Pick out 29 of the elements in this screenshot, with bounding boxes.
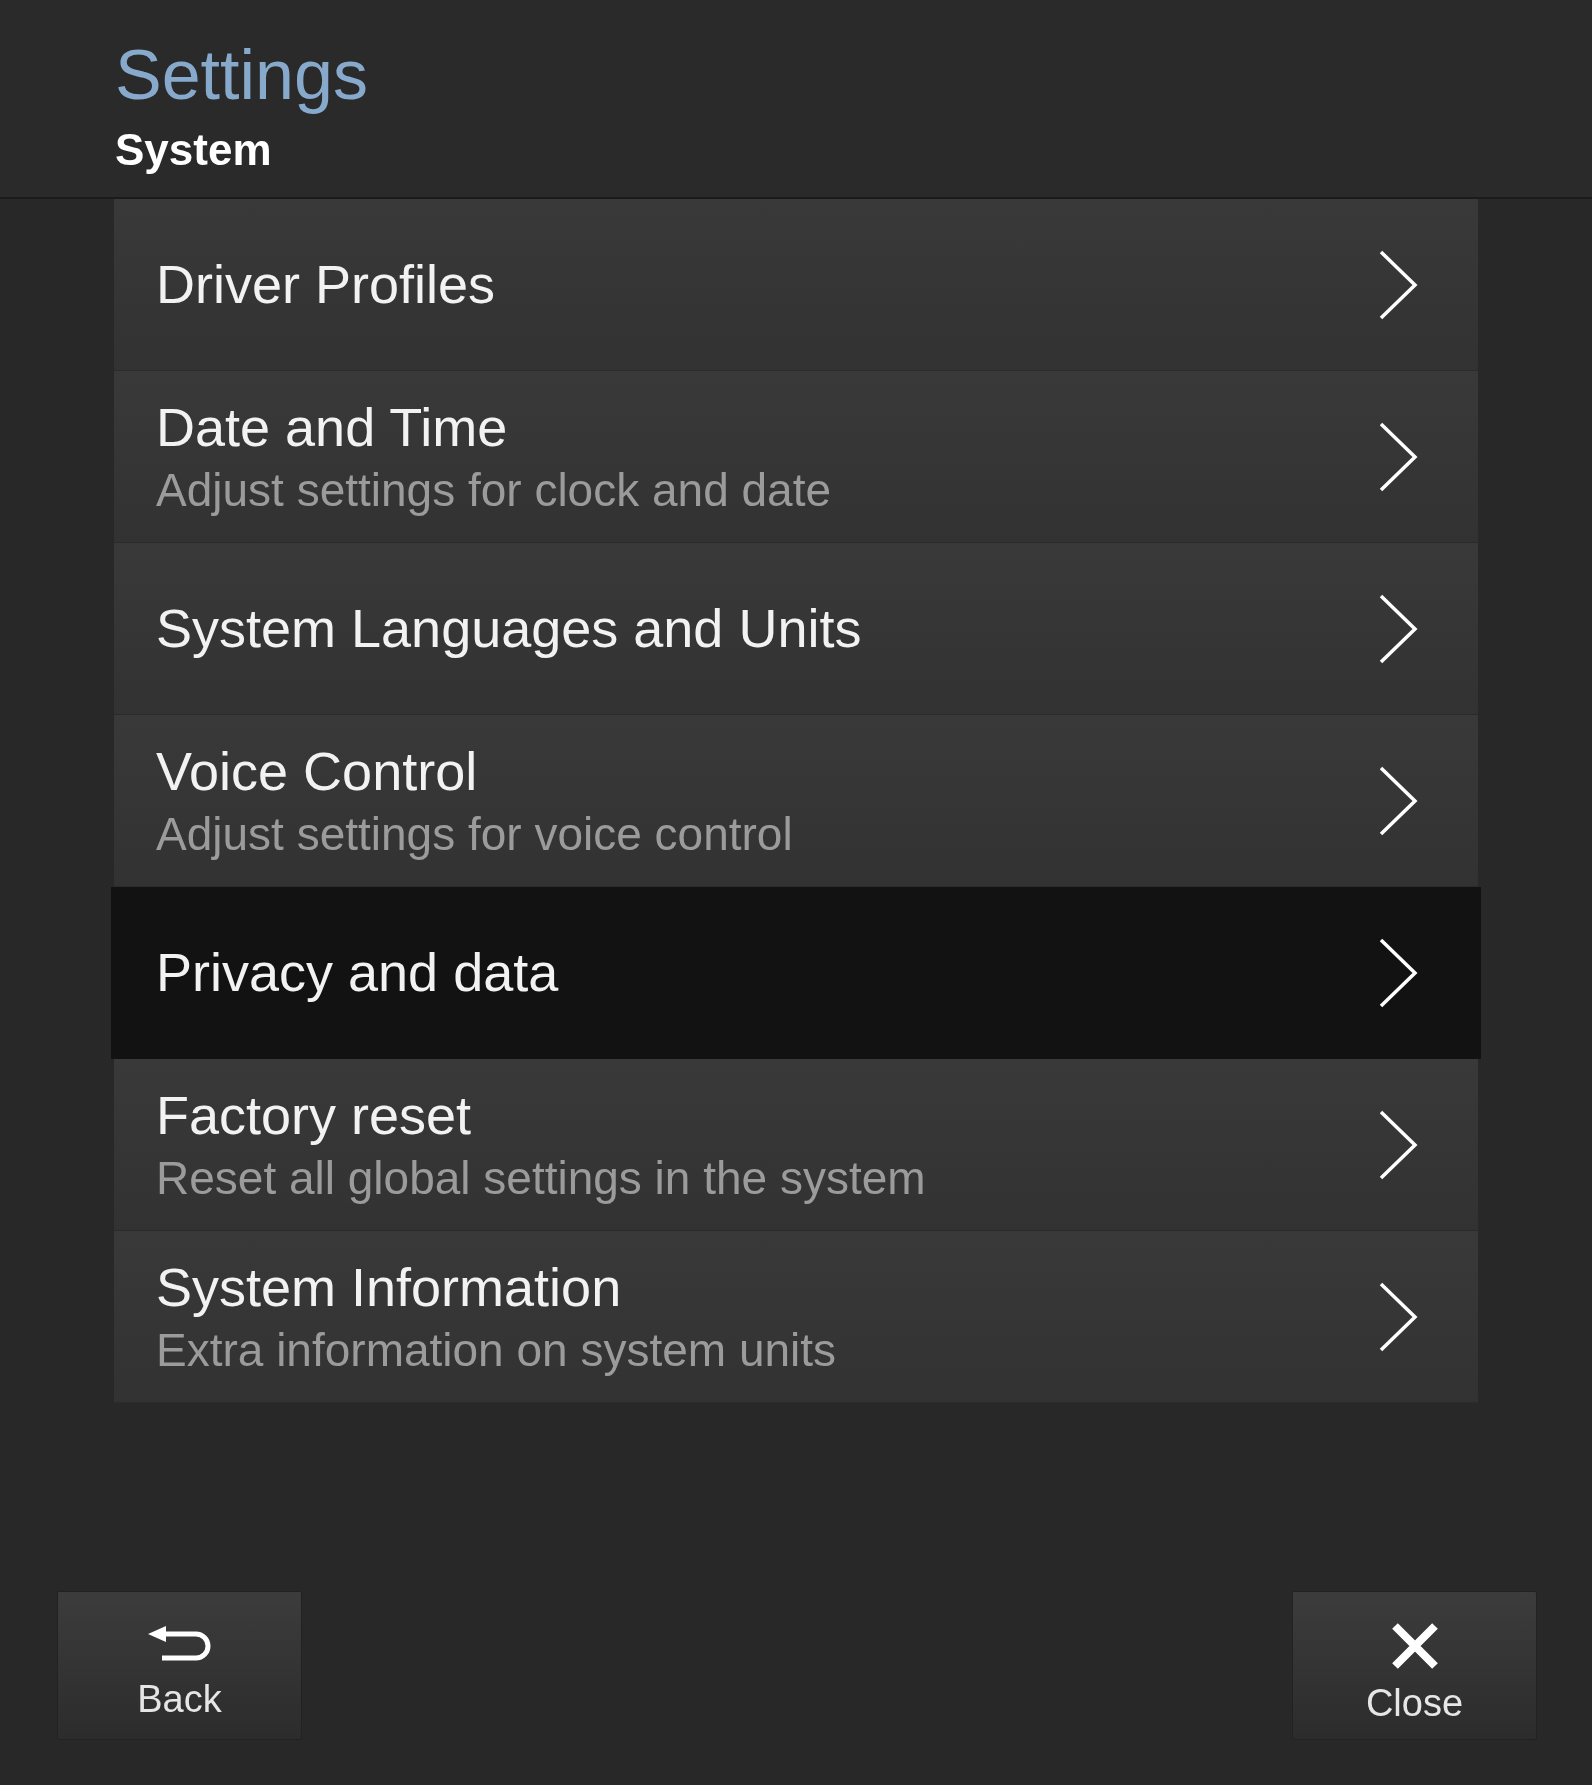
menu-item-title: Voice Control: [156, 739, 479, 803]
menu-item[interactable]: Driver Profiles: [114, 199, 1478, 371]
back-button[interactable]: Back: [57, 1591, 302, 1740]
menu-item-description: Reset all global settings in the system: [156, 1151, 926, 1207]
menu-item-title: System Languages and Units: [156, 597, 862, 661]
menu-item-title: System Information: [156, 1255, 623, 1319]
chevron-right-icon: [1378, 592, 1418, 665]
chevron-right-icon: [1378, 1108, 1418, 1181]
menu-item[interactable]: Privacy and data: [111, 887, 1481, 1059]
menu-item[interactable]: Voice Control Adjust settings for voice control: [114, 715, 1478, 887]
menu-item-title: Driver Profiles: [156, 253, 496, 317]
menu-item[interactable]: Date and Time Adjust settings for clock and date: [114, 371, 1478, 543]
chevron-right-icon: [1378, 936, 1418, 1009]
chevron-right-icon: [1378, 1280, 1418, 1353]
chevron-right-icon: [1378, 248, 1418, 321]
menu-item-description: Extra information on system units: [156, 1323, 837, 1379]
chevron-right-icon: [1378, 764, 1418, 837]
page-subtitle: System: [115, 128, 273, 172]
menu-item[interactable]: System Information Extra information on system units: [114, 1231, 1478, 1403]
chevron-right-icon: [1378, 420, 1418, 493]
menu-item-title: Date and Time: [156, 395, 509, 459]
menu-item-title: Factory reset: [156, 1083, 473, 1147]
menu-item[interactable]: System Languages and Units: [114, 543, 1478, 715]
menu-item-description: Adjust settings for voice control: [156, 807, 793, 863]
menu-item[interactable]: Factory reset Reset all global settings in the system: [114, 1059, 1478, 1231]
menu-item-title: Privacy and data: [156, 941, 559, 1005]
close-icon: [1390, 1622, 1439, 1670]
close-button[interactable]: Close: [1292, 1591, 1537, 1740]
menu-item-description: Adjust settings for clock and date: [156, 463, 832, 519]
